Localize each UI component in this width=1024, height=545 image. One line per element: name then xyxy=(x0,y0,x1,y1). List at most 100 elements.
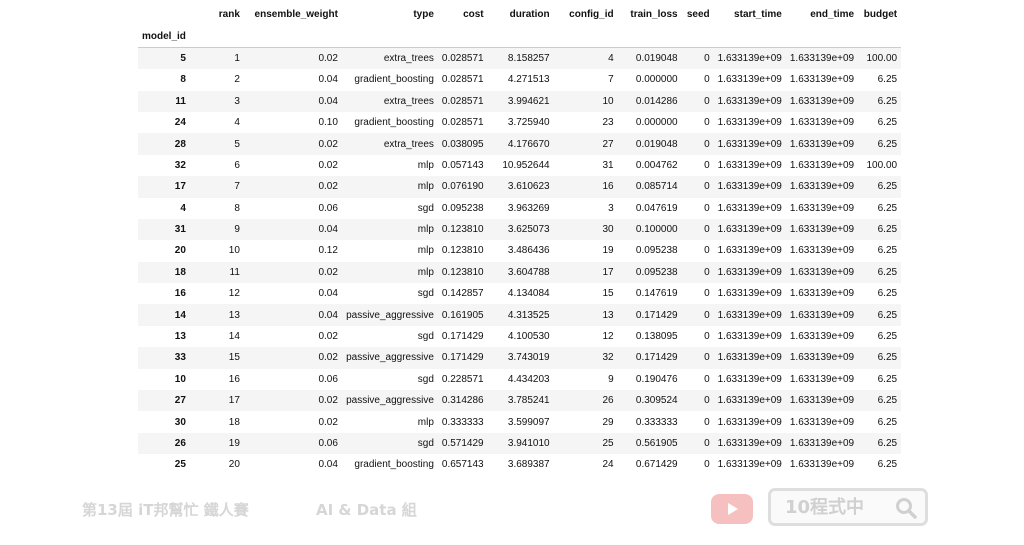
row-index-model-id: 24 xyxy=(174,117,186,129)
cell-start-time: 1.633139e+09 xyxy=(717,416,782,428)
cell-start-time: 1.633139e+09 xyxy=(717,266,782,278)
cell-duration: 3.604788 xyxy=(507,266,550,278)
cell-train-loss: 0.171429 xyxy=(635,352,678,364)
cell-train-loss: 0.147619 xyxy=(635,288,678,300)
row-index-model-id: 18 xyxy=(174,266,186,278)
cell-ensemble-weight: 0.02 xyxy=(318,331,338,343)
cell-seed: 0 xyxy=(704,266,710,278)
cell-seed: 0 xyxy=(704,395,710,407)
cell-budget: 6.25 xyxy=(877,438,898,449)
cell-duration: 4.313525 xyxy=(507,309,550,321)
magnifier-icon xyxy=(896,498,917,519)
cell-seed: 0 xyxy=(704,117,710,129)
cell-rank: 3 xyxy=(234,95,240,107)
cell-budget: 6.25 xyxy=(877,309,898,321)
cell-end-time: 1.633139e+09 xyxy=(789,52,855,64)
cell-seed: 0 xyxy=(704,181,710,193)
cell-end-time: 1.633139e+09 xyxy=(789,288,855,300)
cell-cost: 0.171429 xyxy=(441,352,484,364)
cell-end-time: 1.633139e+09 xyxy=(789,117,855,129)
cell-start-time: 1.633139e+09 xyxy=(717,288,782,300)
cell-train-loss: 0.095238 xyxy=(635,266,678,278)
cell-seed: 0 xyxy=(704,52,710,64)
cell-start-time: 1.633139e+09 xyxy=(717,309,782,321)
cell-budget: 6.25 xyxy=(877,117,898,129)
cell-train-loss: 0.004762 xyxy=(635,159,678,171)
table-row: 5 1 0.02 extra_trees 0.028571 8.158257 4 0.0190… xyxy=(138,47,902,70)
row-index-model-id: 14 xyxy=(174,309,186,321)
cell-budget: 6.25 xyxy=(877,245,898,257)
cell-duration: 4.100530 xyxy=(507,331,550,343)
channel-label: 10程式中 xyxy=(785,497,865,518)
cell-type: gradient_boosting xyxy=(354,74,434,86)
cell-budget: 6.25 xyxy=(877,373,898,385)
index-header-spacer xyxy=(138,4,190,25)
row-index-model-id: 28 xyxy=(174,138,186,150)
column-header-rank: rank xyxy=(218,9,240,21)
cell-ensemble-weight: 0.02 xyxy=(318,159,338,171)
cell-budget: 100.00 xyxy=(866,52,898,64)
cell-train-loss: 0.171429 xyxy=(635,309,678,321)
table-row: 30 18 0.02 mlp 0.333333 3.599097 29 0.333333 0 1.… xyxy=(138,411,902,433)
cell-rank: 19 xyxy=(228,438,240,449)
cell-budget: 6.25 xyxy=(877,416,898,428)
cell-duration: 3.963269 xyxy=(507,202,550,214)
table-row: 33 15 0.02 passive_aggressive 0.171429 3.7430… xyxy=(138,347,902,369)
cell-end-time: 1.633139e+09 xyxy=(789,331,855,343)
row-index-model-id: 26 xyxy=(174,438,186,449)
cell-ensemble-weight: 0.10 xyxy=(318,117,338,129)
cell-train-loss: 0.333333 xyxy=(635,416,678,428)
cell-duration: 3.599097 xyxy=(507,416,550,428)
cell-seed: 0 xyxy=(704,138,710,150)
cell-cost: 0.123810 xyxy=(441,224,484,236)
cell-seed: 0 xyxy=(704,438,710,449)
cell-rank: 13 xyxy=(228,309,240,321)
column-header-end-time: end_time xyxy=(810,9,855,21)
table-row: 27 17 0.02 passive_aggressive 0.314286 3.7852… xyxy=(138,390,902,412)
cell-start-time: 1.633139e+09 xyxy=(717,224,782,236)
table-row: 17 7 0.02 mlp 0.076190 3.610623 16 0.085714 0 1.6… xyxy=(138,176,902,198)
cell-type: sgd xyxy=(417,373,434,385)
cell-ensemble-weight: 0.02 xyxy=(318,181,338,193)
cell-budget: 100.00 xyxy=(866,159,898,171)
cell-type: sgd xyxy=(417,331,434,343)
cell-ensemble-weight: 0.04 xyxy=(318,224,338,236)
table-row: 8 2 0.04 gradient_boosting 0.028571 4.271513 7… xyxy=(138,69,902,91)
cell-type: mlp xyxy=(417,181,434,193)
cell-start-time: 1.633139e+09 xyxy=(717,181,782,193)
cell-config-id: 27 xyxy=(602,138,614,150)
cell-cost: 0.028571 xyxy=(441,74,484,86)
table-row: 10 16 0.06 sgd 0.228571 4.434203 9 0.190476 0 1.6… xyxy=(138,368,902,391)
cell-rank: 6 xyxy=(234,159,240,171)
cell-config-id: 10 xyxy=(602,95,614,107)
cell-rank: 20 xyxy=(228,459,240,471)
column-header-row: rank ensemble_weight type cost duration … xyxy=(138,4,901,25)
row-index-model-id: 10 xyxy=(174,373,186,385)
cell-ensemble-weight: 0.04 xyxy=(318,459,338,471)
row-index-model-id: 8 xyxy=(180,74,186,86)
group-label: AI & Data 組 xyxy=(316,501,417,519)
cell-duration: 3.610623 xyxy=(507,181,550,193)
cell-train-loss: 0.561905 xyxy=(635,438,678,449)
cell-config-id: 23 xyxy=(602,117,614,129)
column-header-seed: seed xyxy=(686,9,710,21)
cell-cost: 0.333333 xyxy=(441,416,484,428)
cell-cost: 0.028571 xyxy=(441,95,484,107)
cell-end-time: 1.633139e+09 xyxy=(789,459,855,471)
cell-cost: 0.228571 xyxy=(441,373,484,385)
cell-train-loss: 0.019048 xyxy=(635,138,678,150)
cell-duration: 4.434203 xyxy=(507,373,550,385)
cell-ensemble-weight: 0.04 xyxy=(318,309,338,321)
cell-train-loss: 0.671429 xyxy=(635,459,678,471)
cell-end-time: 1.633139e+09 xyxy=(789,74,855,86)
cell-end-time: 1.633139e+09 xyxy=(789,138,855,150)
cell-cost: 0.161905 xyxy=(441,309,484,321)
row-index-model-id: 17 xyxy=(174,181,186,193)
cell-type: mlp xyxy=(417,416,434,428)
cell-end-time: 1.633139e+09 xyxy=(789,416,855,428)
cell-rank: 1 xyxy=(234,52,240,64)
cell-end-time: 1.633139e+09 xyxy=(789,95,855,107)
cell-budget: 6.25 xyxy=(877,266,898,278)
cell-train-loss: 0.000000 xyxy=(635,74,678,86)
row-index-model-id: 32 xyxy=(174,159,186,171)
